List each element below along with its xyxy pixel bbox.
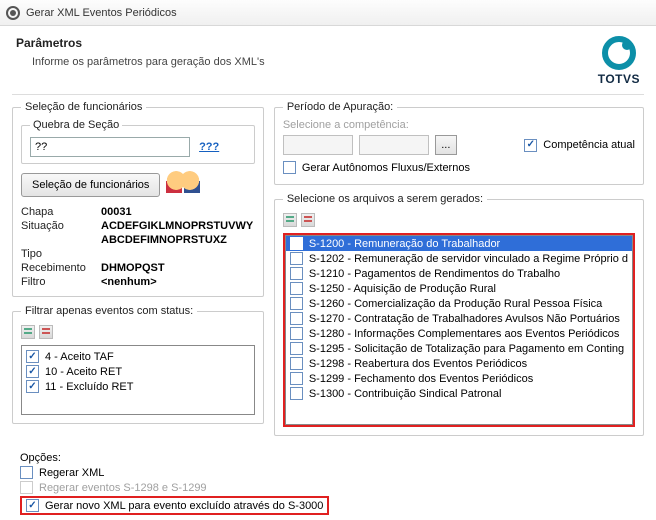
competencia-atual-checkbox[interactable]	[524, 139, 537, 152]
file-label[interactable]: S-1295 - Solicitação de Totalização para…	[309, 343, 624, 355]
file-row[interactable]: S-1270 - Contratação de Trabalhadores Av…	[286, 311, 632, 326]
select-employees-button[interactable]: Seleção de funcionários	[21, 173, 160, 197]
file-row[interactable]: S-1210 - Pagamentos de Rendimentos do Tr…	[286, 266, 632, 281]
file-row[interactable]: S-1202 - Remuneração de servidor vincula…	[286, 251, 632, 266]
label-chapa: Chapa	[21, 206, 101, 218]
checkbox[interactable]	[290, 312, 303, 325]
checkbox[interactable]	[290, 237, 303, 250]
file-row[interactable]: S-1300 - Contribuição Sindical Patronal	[286, 386, 632, 401]
checkbox[interactable]	[290, 327, 303, 340]
list-item[interactable]: 4 - Aceito TAF	[45, 351, 114, 363]
toolbar-files-checkall[interactable]	[283, 213, 635, 227]
regerar-s1298-label: Regerar eventos S-1298 e S-1299	[39, 482, 207, 494]
window-title: Gerar XML Eventos Periódicos	[26, 7, 177, 19]
section-break-legend: Quebra de Seção	[30, 119, 122, 131]
file-label[interactable]: S-1270 - Contratação de Trabalhadores Av…	[309, 313, 620, 325]
file-row[interactable]: S-1260 - Comercialização da Produção Rur…	[286, 296, 632, 311]
checkbox[interactable]	[26, 380, 39, 393]
file-label[interactable]: S-1299 - Fechamento dos Eventos Periódic…	[309, 373, 533, 385]
value-situacao: ACDEFGIKLMNOPRSTUVWY	[101, 220, 253, 232]
checkbox[interactable]	[290, 282, 303, 295]
status-filter-legend: Filtrar apenas eventos com status:	[21, 305, 197, 317]
page-description: Informe os parâmetros para geração dos X…	[16, 56, 265, 68]
option-highlight: Gerar novo XML para evento excluído atra…	[20, 496, 329, 515]
file-row[interactable]: S-1295 - Solicitação de Totalização para…	[286, 341, 632, 356]
label-tipo: Tipo	[21, 248, 101, 260]
file-row[interactable]: S-1298 - Reabertura dos Eventos Periódic…	[286, 356, 632, 371]
status-filter-list[interactable]: 4 - Aceito TAF 10 - Aceito RET 11 - Excl…	[21, 345, 255, 415]
file-label[interactable]: S-1200 - Remuneração do Trabalhador	[309, 238, 500, 250]
header: Parâmetros Informe os parâmetros para ge…	[0, 26, 656, 90]
file-row[interactable]: S-1299 - Fechamento dos Eventos Periódic…	[286, 371, 632, 386]
period-lookup-button[interactable]: ...	[435, 135, 457, 155]
file-label[interactable]: S-1260 - Comercialização da Produção Rur…	[309, 298, 602, 310]
regerar-xml-checkbox[interactable]	[20, 466, 33, 479]
period-legend: Período de Apuração:	[283, 101, 397, 113]
people-icon	[166, 170, 200, 200]
files-highlight: S-1200 - Remuneração do Trabalhador S-120…	[283, 233, 635, 427]
window-titlebar: Gerar XML Eventos Periódicos	[0, 0, 656, 26]
status-filter-group: Filtrar apenas eventos com status: 4 - A…	[12, 305, 264, 424]
toolbar-checkall[interactable]	[21, 325, 255, 339]
checkbox[interactable]	[290, 357, 303, 370]
regerar-xml-label[interactable]: Regerar XML	[39, 467, 104, 479]
gerar-excluido-checkbox[interactable]	[26, 499, 39, 512]
options-legend: Opções:	[20, 452, 636, 464]
checkbox[interactable]	[290, 297, 303, 310]
files-group: Selecione os arquivos a serem gerados: S…	[274, 193, 644, 436]
file-label[interactable]: S-1250 - Aquisição de Produção Rural	[309, 283, 496, 295]
file-label[interactable]: S-1210 - Pagamentos de Rendimentos do Tr…	[309, 268, 560, 280]
file-label[interactable]: S-1300 - Contribuição Sindical Patronal	[309, 388, 502, 400]
regerar-s1298-checkbox	[20, 481, 33, 494]
label-recebimento: Recebimento	[21, 262, 101, 274]
autonomos-label[interactable]: Gerar Autônomos Fluxus/Externos	[302, 162, 470, 174]
file-row[interactable]: S-1200 - Remuneração do Trabalhador	[286, 236, 632, 251]
file-label[interactable]: S-1280 - Informações Complementares aos …	[309, 328, 620, 340]
label-situacao: Situação	[21, 220, 101, 232]
checkbox[interactable]	[26, 365, 39, 378]
section-break-input[interactable]	[30, 137, 190, 157]
value-chapa: 00031	[101, 206, 132, 218]
employee-selection-legend: Seleção de funcionários	[21, 101, 146, 113]
checkbox[interactable]	[290, 267, 303, 280]
brand-name: TOTVS	[598, 72, 640, 86]
checkbox[interactable]	[290, 387, 303, 400]
value-recebimento: DHMOPQST	[101, 262, 165, 274]
checkbox[interactable]	[290, 342, 303, 355]
period-group: Período de Apuração: Selecione a competê…	[274, 101, 644, 185]
files-legend: Selecione os arquivos a serem gerados:	[283, 193, 487, 205]
checkbox[interactable]	[26, 350, 39, 363]
gerar-excluido-label[interactable]: Gerar novo XML para evento excluído atra…	[45, 500, 323, 512]
checkbox[interactable]	[290, 252, 303, 265]
section-break-group: Quebra de Seção ???	[21, 119, 255, 164]
list-item[interactable]: 11 - Excluído RET	[45, 381, 133, 393]
file-label[interactable]: S-1202 - Remuneração de servidor vincula…	[309, 253, 628, 265]
period-from-input[interactable]	[283, 135, 353, 155]
page-title: Parâmetros	[16, 36, 265, 50]
file-row[interactable]: S-1250 - Aquisição de Produção Rural	[286, 281, 632, 296]
period-to-input[interactable]	[359, 135, 429, 155]
label-filtro: Filtro	[21, 276, 101, 288]
label-blank	[21, 234, 101, 246]
section-break-lookup[interactable]: ???	[193, 141, 219, 153]
autonomos-checkbox[interactable]	[283, 161, 296, 174]
competencia-atual-label[interactable]: Competência atual	[543, 139, 635, 151]
brand-logo: TOTVS	[598, 36, 640, 86]
file-label[interactable]: S-1298 - Reabertura dos Eventos Periódic…	[309, 358, 527, 370]
checkbox[interactable]	[290, 372, 303, 385]
competencia-label: Selecione a competência:	[283, 119, 635, 131]
employee-selection-group: Seleção de funcionários Quebra de Seção …	[12, 101, 264, 297]
file-row[interactable]: S-1280 - Informações Complementares aos …	[286, 326, 632, 341]
value-filtro: <nenhum>	[101, 276, 157, 288]
files-list[interactable]: S-1200 - Remuneração do Trabalhador S-120…	[285, 235, 633, 425]
options-group: Opções: Regerar XML Regerar eventos S-12…	[16, 450, 640, 517]
list-item[interactable]: 10 - Aceito RET	[45, 366, 122, 378]
value-blank: ABCDEFIMNOPRSTUXZ	[101, 234, 227, 246]
app-icon	[6, 6, 20, 20]
